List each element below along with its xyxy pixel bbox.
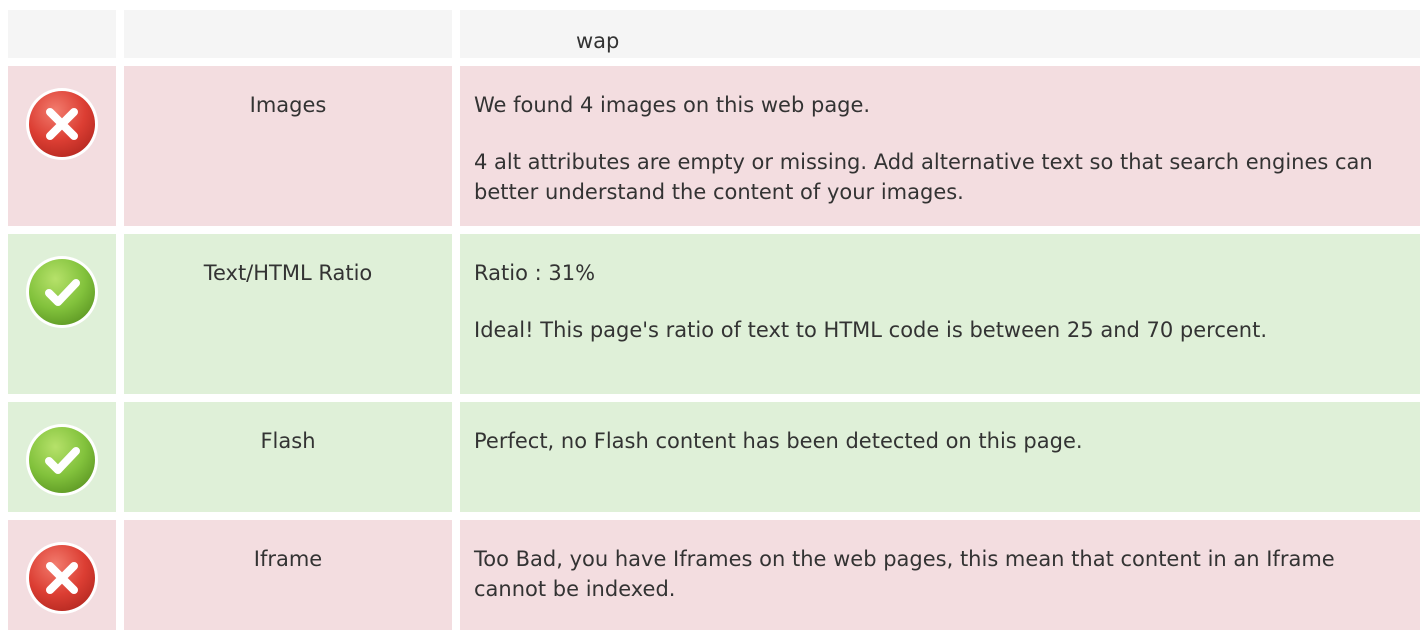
images-row: Images We found 4 images on this web pag…: [8, 66, 1420, 226]
ratio-description: Ideal! This page's ratio of text to HTML…: [474, 318, 1268, 342]
header-value: wap: [576, 29, 620, 53]
flash-description: Perfect, no Flash content has been detec…: [474, 429, 1083, 453]
ratio-description-cell: Ratio : 31% Ideal! This page's ratio of …: [460, 234, 1420, 394]
ratio-label-cell: Text/HTML Ratio: [124, 234, 452, 394]
iframe-row: Iframe Too Bad, you have Iframes on the …: [8, 520, 1420, 630]
flash-label-cell: Flash: [124, 402, 452, 512]
flash-status-cell: [8, 402, 116, 512]
flash-label: Flash: [260, 429, 316, 453]
iframe-label-cell: Iframe: [124, 520, 452, 630]
images-description-line-2: 4 alt attributes are empty or missing. A…: [474, 150, 1373, 204]
images-label: Images: [249, 93, 327, 117]
images-status-cell: [8, 66, 116, 226]
images-description-line-1: We found 4 images on this web page.: [474, 93, 871, 117]
ratio-status-cell: [8, 234, 116, 394]
text-html-ratio-row: Text/HTML Ratio Ratio : 31% Ideal! This …: [8, 234, 1420, 394]
images-description-cell: We found 4 images on this web page. 4 al…: [460, 66, 1420, 226]
seo-report-table: wap Images We found 4 images on this web…: [0, 0, 1428, 630]
error-x-icon: [26, 88, 98, 160]
ratio-label: Text/HTML Ratio: [203, 261, 373, 285]
flash-description-cell: Perfect, no Flash content has been detec…: [460, 402, 1420, 512]
iframe-status-cell: [8, 520, 116, 630]
success-check-icon: [26, 256, 98, 328]
iframe-description-cell: Too Bad, you have Iframes on the web pag…: [460, 520, 1420, 630]
header-label-cell: [124, 10, 452, 58]
success-check-icon: [26, 424, 98, 496]
header-value-cell: wap: [460, 10, 1420, 58]
ratio-value: Ratio : 31%: [474, 261, 596, 285]
error-x-icon: [26, 542, 98, 614]
header-row: wap: [8, 10, 1420, 58]
images-label-cell: Images: [124, 66, 452, 226]
iframe-label: Iframe: [253, 547, 323, 571]
flash-row: Flash Perfect, no Flash content has been…: [8, 402, 1420, 512]
iframe-description: Too Bad, you have Iframes on the web pag…: [474, 547, 1335, 601]
header-icon-cell: [8, 10, 116, 58]
